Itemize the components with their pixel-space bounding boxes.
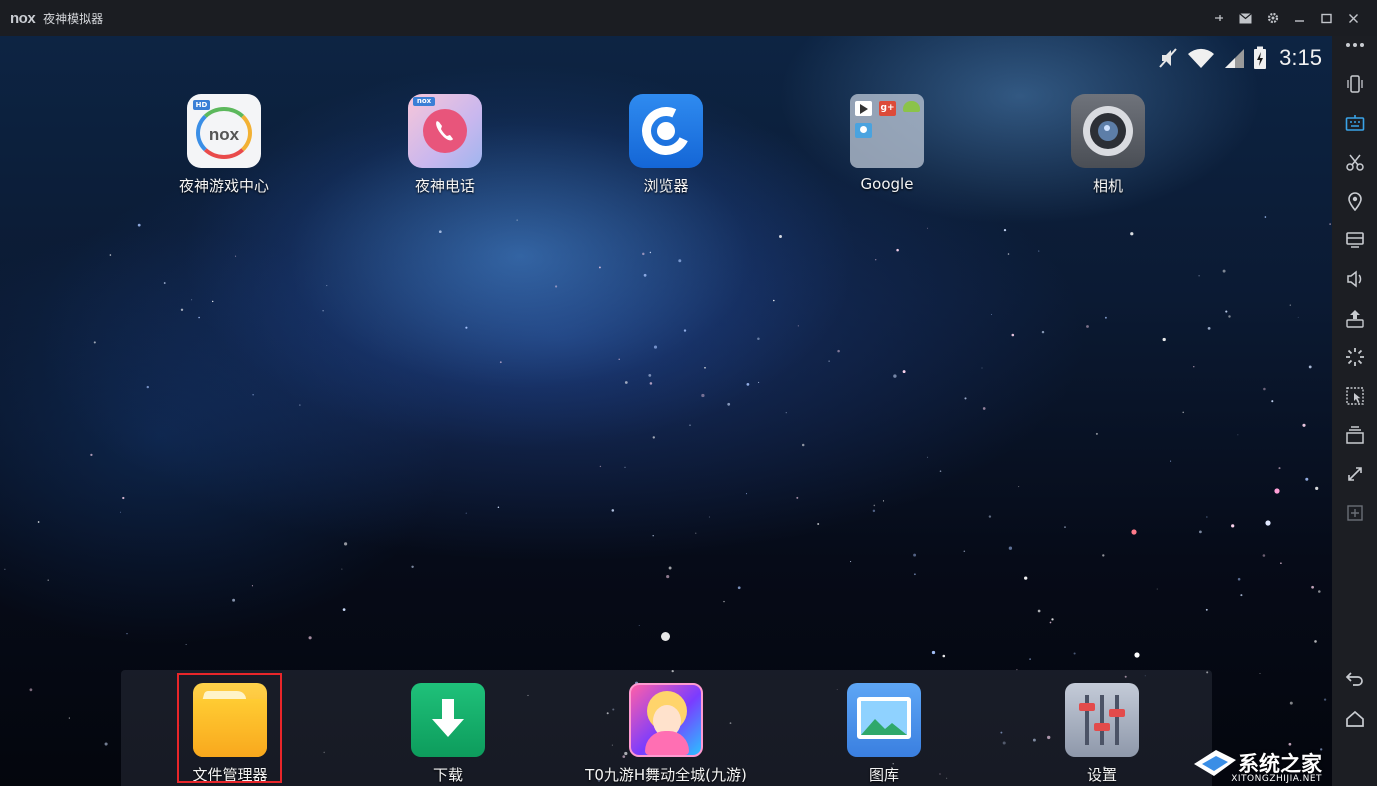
settings-button[interactable] bbox=[1259, 0, 1286, 36]
android-screen[interactable]: 3:15 HD nox 夜神游戏中心 nox 夜神电话 浏览器 g+ Googl… bbox=[0, 36, 1332, 786]
location-pin-icon bbox=[1347, 192, 1362, 211]
back-arrow-icon bbox=[1345, 672, 1363, 686]
mute-icon bbox=[1159, 48, 1177, 68]
app-label: 夜神电话 bbox=[414, 177, 475, 195]
spinner-icon bbox=[1345, 348, 1364, 366]
home-button[interactable] bbox=[1332, 702, 1377, 736]
maximize-icon bbox=[1321, 13, 1332, 23]
home-icon bbox=[1345, 710, 1364, 727]
pin-icon bbox=[1214, 15, 1223, 21]
volume-button[interactable] bbox=[1332, 262, 1377, 296]
window-title: 夜神模拟器 bbox=[43, 11, 104, 26]
wifi-icon bbox=[1188, 48, 1215, 68]
app-google-folder[interactable]: g+ Google bbox=[812, 94, 962, 193]
app-label: T0九游H舞动全城(九游) bbox=[585, 766, 747, 784]
app-nox-game-center[interactable]: HD nox 夜神游戏中心 bbox=[149, 94, 299, 196]
display-button[interactable] bbox=[1332, 223, 1377, 257]
back-button[interactable] bbox=[1332, 662, 1377, 696]
crosshair-icon bbox=[1346, 505, 1363, 521]
status-clock: 3:15 bbox=[1279, 45, 1322, 70]
location-button[interactable] bbox=[1332, 184, 1377, 218]
app-nox-phone[interactable]: nox 夜神电话 bbox=[370, 94, 520, 196]
macro-record-button[interactable] bbox=[1332, 379, 1377, 413]
monitor-icon bbox=[1345, 232, 1364, 248]
resize-button[interactable] bbox=[1332, 457, 1377, 491]
phone-shake-icon bbox=[1346, 75, 1363, 93]
app-label: 文件管理器 bbox=[192, 766, 268, 784]
more-dots-icon bbox=[1345, 43, 1364, 47]
apk-upload-icon bbox=[1345, 310, 1364, 328]
settings-icon bbox=[1065, 683, 1139, 757]
loading-button[interactable] bbox=[1332, 340, 1377, 374]
status-bar: 3:15 bbox=[1157, 44, 1322, 72]
virtual-position-button bbox=[1332, 496, 1377, 530]
app-browser[interactable]: 浏览器 bbox=[591, 94, 741, 196]
signal-icon bbox=[1225, 49, 1245, 68]
app-label: 相机 bbox=[1092, 177, 1123, 195]
stack-icon bbox=[1345, 426, 1364, 444]
screenshot-button[interactable] bbox=[1332, 145, 1377, 179]
app-label: 图库 bbox=[868, 766, 899, 784]
camera-icon bbox=[1071, 94, 1145, 168]
close-icon bbox=[1349, 13, 1358, 23]
title-bar: nox 夜神模拟器 bbox=[0, 0, 1377, 36]
keyboard-mapping-button[interactable] bbox=[1332, 106, 1377, 140]
game-icon bbox=[629, 683, 703, 757]
download-icon bbox=[411, 683, 485, 757]
minimize-icon bbox=[1295, 19, 1304, 22]
browser-icon bbox=[629, 94, 703, 168]
pin-button[interactable] bbox=[1205, 0, 1232, 36]
page-indicator bbox=[661, 632, 670, 641]
keyboard-icon bbox=[1345, 115, 1364, 131]
app-label: 下载 bbox=[432, 766, 463, 784]
message-button[interactable] bbox=[1232, 0, 1259, 36]
dock-app-dance-game[interactable]: T0九游H舞动全城(九游) bbox=[585, 683, 747, 785]
nox-game-center-icon: HD nox bbox=[187, 94, 261, 168]
app-label: 设置 bbox=[1086, 766, 1117, 784]
side-toolbar bbox=[1332, 36, 1377, 786]
record-macro-icon bbox=[1345, 387, 1364, 405]
battery-charging-icon bbox=[1254, 46, 1267, 69]
gallery-icon bbox=[847, 683, 921, 757]
folder-icon bbox=[193, 683, 267, 757]
app-label: 夜神游戏中心 bbox=[178, 177, 269, 195]
phone-icon: nox bbox=[408, 94, 482, 168]
more-button[interactable] bbox=[1332, 28, 1377, 62]
install-apk-button[interactable] bbox=[1332, 301, 1377, 335]
multi-instance-button[interactable] bbox=[1332, 418, 1377, 452]
mail-icon bbox=[1239, 12, 1252, 23]
dock-app-download[interactable]: 下载 bbox=[373, 683, 523, 785]
nox-logo: nox bbox=[10, 9, 36, 27]
gear-icon bbox=[1267, 12, 1278, 24]
google-folder-icon: g+ bbox=[850, 94, 924, 168]
app-camera[interactable]: 相机 bbox=[1033, 94, 1183, 196]
shake-button[interactable] bbox=[1332, 67, 1377, 101]
scissors-icon bbox=[1345, 154, 1364, 171]
dock-app-gallery[interactable]: 图库 bbox=[809, 683, 959, 785]
app-label: 浏览器 bbox=[643, 177, 689, 195]
watermark: 系统之家 XITONGZHIJIA.NET bbox=[1192, 746, 1322, 784]
watermark-url: XITONGZHIJIA.NET bbox=[1231, 774, 1322, 784]
speaker-icon bbox=[1346, 270, 1361, 288]
app-label: Google bbox=[860, 175, 914, 193]
expand-arrows-icon bbox=[1347, 467, 1362, 481]
dock-app-settings[interactable]: 设置 bbox=[1027, 683, 1177, 785]
minimize-button[interactable] bbox=[1286, 0, 1313, 36]
dock-app-file-manager[interactable]: 文件管理器 bbox=[155, 683, 305, 785]
